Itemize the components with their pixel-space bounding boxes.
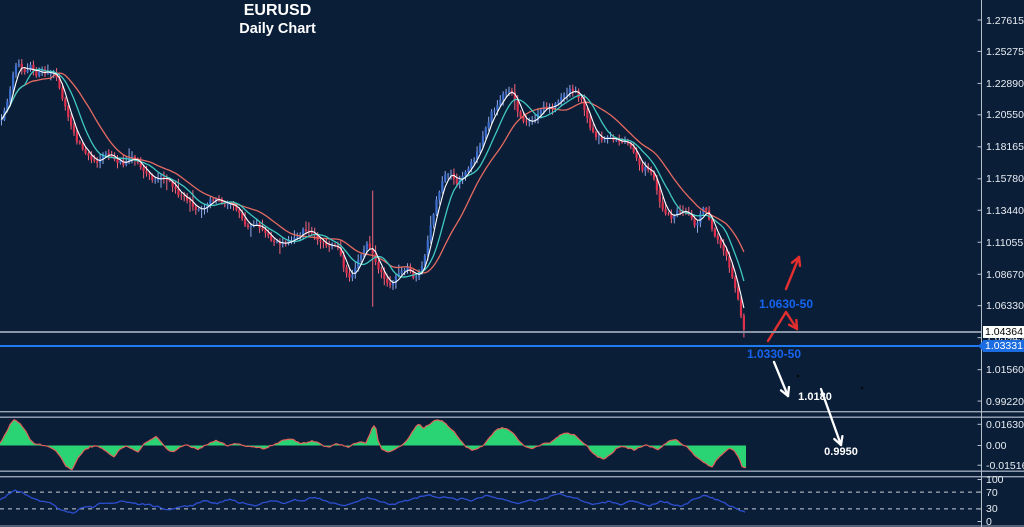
annotation-label[interactable]: 0.9950 [824, 446, 858, 458]
price-axis-label: 1.11055 [986, 236, 1024, 249]
chart-symbol-title: EURUSD [243, 2, 312, 19]
chart-window: EURUSD Daily Chart 1.27615 1.25275 1.22890… [0, 0, 1024, 527]
price-axis-label: 1.27615 [986, 14, 1024, 27]
price-axis-label: 0.99220 [986, 395, 1024, 408]
oscillator-axis-label: 70 [986, 486, 998, 499]
histogram-axis-label: -0.015168 [986, 459, 1024, 472]
chart-title-block: EURUSD Daily Chart [195, 1, 360, 38]
oscillator-axis-label: 100 [986, 474, 1004, 486]
histogram-axis-label: 0.00 [986, 440, 1007, 452]
oscillator-axis-label: 0 [986, 516, 992, 527]
price-axis-label: 1.25275 [986, 45, 1024, 58]
oscillator-axis-label: 30 [986, 503, 998, 516]
price-axis-label: 1.20550 [986, 109, 1024, 122]
current-price-line[interactable] [0, 331, 981, 333]
annotation-label[interactable]: 1.0180 [798, 391, 832, 403]
chart-plot-canvas[interactable] [0, 0, 1024, 527]
price-axis-label: 1.18165 [986, 141, 1024, 154]
annotation-label[interactable]: 1.0330-50 [747, 347, 801, 361]
annotation-label[interactable]: 1.0630-50 [759, 297, 813, 311]
price-marker-blue: 1.03331 [978, 339, 1024, 352]
histogram-axis-label: 0.016306 [986, 418, 1024, 431]
price-axis-label: 1.22890 [986, 77, 1024, 90]
support-zone-line[interactable] [0, 344, 981, 348]
price-axis-label: 1.01560 [986, 364, 1024, 377]
price-axis-label: 1.15780 [986, 173, 1024, 186]
price-axis-label: 1.08670 [986, 268, 1024, 281]
price-axis-label: 1.13440 [986, 204, 1024, 217]
price-marker-white: 1.04364 [983, 326, 1024, 339]
chart-timeframe-subtitle: Daily Chart [239, 21, 316, 37]
price-axis-label: 1.06330 [986, 300, 1024, 313]
